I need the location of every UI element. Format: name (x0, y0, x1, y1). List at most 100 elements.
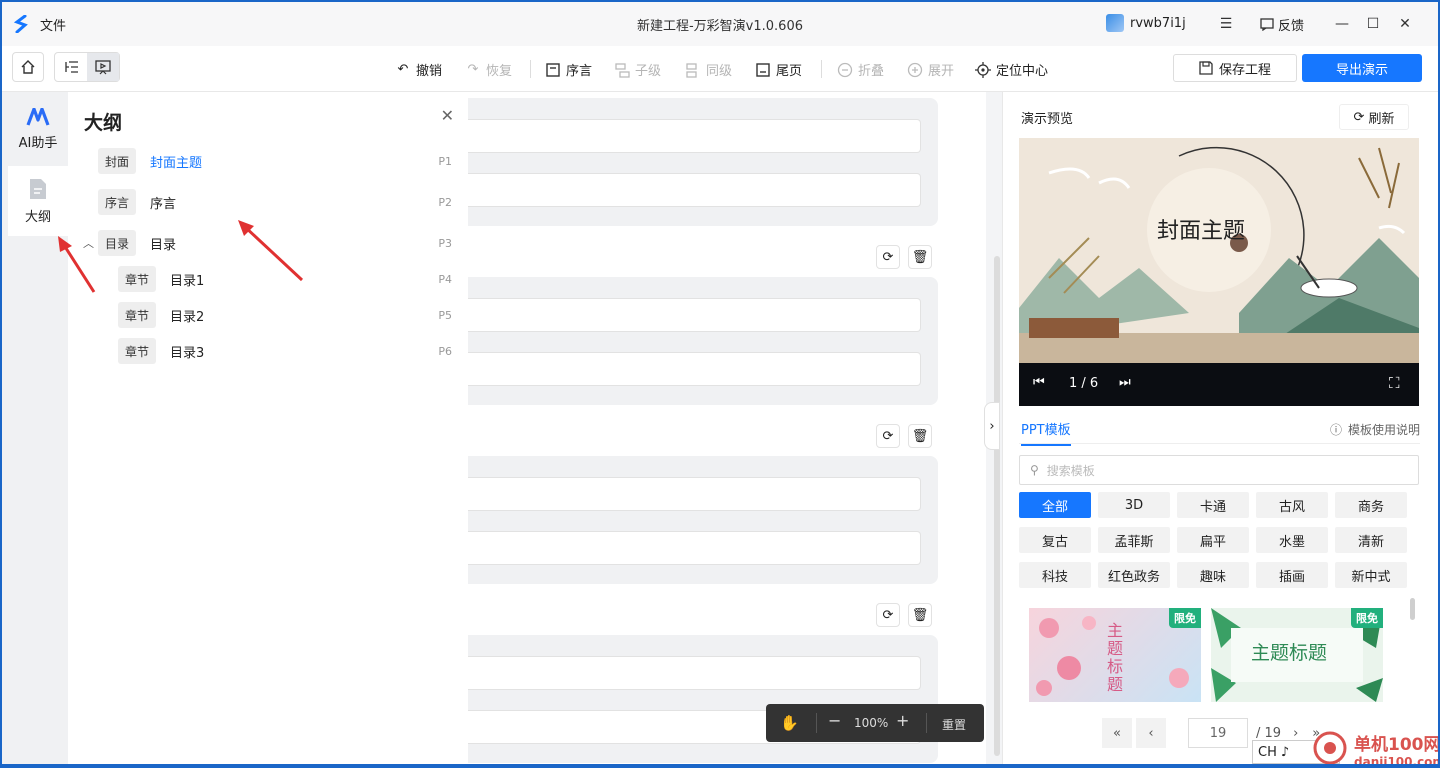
template-help-link[interactable]: ⓘ 模板使用说明 (1330, 421, 1420, 438)
category-chip[interactable]: 新中式 (1335, 562, 1407, 588)
refresh-icon[interactable]: ⟳ (876, 424, 900, 448)
template-scrollbar[interactable] (1410, 598, 1415, 620)
collapse-panel-button[interactable]: › (984, 402, 1000, 450)
category-chip[interactable]: 扁平 (1177, 527, 1249, 553)
nav-ai-assistant[interactable]: AI助手 (8, 94, 68, 164)
outline-item[interactable]: 封面 封面主题 P1 (68, 148, 468, 174)
undo-label: 撤销 (416, 64, 443, 79)
template-card[interactable]: 主题标题 限免 (1211, 608, 1383, 702)
category-chip[interactable]: 复古 (1019, 527, 1091, 553)
child-button[interactable]: 子级 (614, 60, 661, 79)
save-project-button[interactable]: 保存工程 (1173, 54, 1297, 82)
document-icon (30, 178, 46, 199)
outline-tag: 章节 (118, 266, 157, 292)
hand-icon[interactable]: ✋ (780, 714, 799, 732)
ending-button[interactable]: 尾页 (755, 60, 802, 79)
trash-icon[interactable]: 🗑 (908, 603, 932, 627)
category-chip[interactable]: 全部 (1019, 492, 1091, 518)
ime-label: CH (1258, 744, 1277, 760)
category-chip[interactable]: 科技 (1019, 562, 1091, 588)
ending-page-icon (756, 62, 770, 77)
category-chip[interactable]: 清新 (1335, 527, 1407, 553)
outline-item-name: 目录1 (170, 273, 205, 289)
close-icon[interactable]: ✕ (441, 106, 454, 125)
template-search-input[interactable]: ⚲ 搜索模板 (1019, 455, 1419, 485)
presentation-view-button[interactable] (87, 53, 119, 81)
collapse-button[interactable]: 折叠 (837, 60, 884, 79)
page-input[interactable]: 19 (1188, 718, 1248, 748)
maximize-icon[interactable]: ☐ (1363, 14, 1383, 34)
outline-tag: 序言 (98, 189, 137, 215)
redo-button[interactable]: ↷ 恢复 (465, 60, 512, 79)
editor-scrollbar[interactable] (994, 256, 1000, 756)
template-card[interactable]: 主题标题 限免 (1029, 608, 1201, 702)
outline-page: P5 (438, 308, 452, 322)
feedback-button[interactable]: 反馈 (1260, 15, 1304, 34)
text-field[interactable] (468, 173, 921, 207)
menu-icon[interactable]: ☰ (1216, 14, 1236, 34)
close-window-icon[interactable]: ✕ (1395, 14, 1415, 34)
home-icon (21, 60, 35, 74)
text-field[interactable] (468, 119, 921, 153)
zoom-out-icon[interactable]: − (828, 711, 841, 730)
outline-page: P1 (438, 154, 452, 168)
category-chip[interactable]: 趣味 (1177, 562, 1249, 588)
outline-view-button[interactable] (55, 53, 87, 81)
prev-page-icon[interactable]: ‹ (1136, 718, 1166, 748)
right-panel: 演示预览 ⟳ 刷新 封面主题 ⏮ 1 / 6 ⏭ ⛶ PPT模板 ⓘ 模板使用说… (1002, 92, 1438, 764)
locate-center-label: 定位中心 (996, 64, 1049, 79)
home-button[interactable] (12, 52, 44, 82)
category-chip[interactable]: 商务 (1335, 492, 1407, 518)
skip-next-icon[interactable]: ⏭ (1119, 375, 1131, 390)
presentation-icon (95, 59, 111, 74)
category-chip[interactable]: 3D (1098, 492, 1170, 518)
avatar (1106, 14, 1124, 32)
tab-ppt-templates[interactable]: PPT模板 (1021, 419, 1071, 446)
locate-center-button[interactable]: 定位中心 (975, 60, 1048, 79)
text-field[interactable] (468, 352, 921, 386)
outline-panel: 大纲 ✕ 封面 封面主题 P1 序言 序言 P2 ︿ 目录 目录 P3 章节 目… (68, 92, 468, 764)
zoom-in-icon[interactable]: + (896, 711, 909, 730)
outline-tree-icon (65, 61, 78, 73)
refresh-icon[interactable]: ⟳ (876, 603, 900, 627)
refresh-button[interactable]: ⟳ 刷新 (1339, 104, 1409, 130)
nav-ai-label: AI助手 (18, 135, 58, 151)
text-field[interactable] (468, 656, 921, 690)
user-account[interactable]: rvwb7i1j (1106, 14, 1186, 32)
template-tabs: PPT模板 ⓘ 模板使用说明 (1019, 416, 1420, 446)
category-chip[interactable]: 古风 (1256, 492, 1328, 518)
text-field[interactable] (468, 531, 921, 565)
outline-item-name: 目录2 (170, 309, 205, 325)
export-presentation-button[interactable]: 导出演示 (1302, 54, 1422, 82)
fullscreen-icon[interactable]: ⛶ (1389, 374, 1400, 392)
refresh-icon[interactable]: ⟳ (876, 245, 900, 269)
category-chip[interactable]: 红色政务 (1098, 562, 1170, 588)
first-page-icon[interactable]: « (1102, 718, 1132, 748)
preface-button[interactable]: 序言 (545, 60, 592, 79)
next-page-icon[interactable]: › (1293, 726, 1298, 741)
outline-page: P2 (438, 195, 452, 209)
text-field[interactable] (468, 298, 921, 332)
sibling-button[interactable]: 同级 (685, 60, 732, 79)
undo-button[interactable]: ↶ 撤销 (395, 60, 442, 79)
nav-outline[interactable]: 大纲 (8, 166, 68, 236)
minimize-icon[interactable]: — (1332, 14, 1352, 34)
watermark-line1: 单机100网 (1354, 735, 1438, 755)
trash-icon[interactable]: 🗑 (908, 424, 932, 448)
category-chip[interactable]: 插画 (1256, 562, 1328, 588)
trash-icon[interactable]: 🗑 (908, 245, 932, 269)
slide-counter: 1 / 6 (1069, 376, 1099, 391)
outline-item[interactable]: 章节 目录2 P5 (68, 302, 468, 328)
outline-item[interactable]: 序言 序言 P2 (68, 189, 468, 215)
text-field[interactable] (468, 477, 921, 511)
skip-previous-icon[interactable]: ⏮ (1033, 375, 1045, 390)
expand-label: 展开 (928, 64, 955, 79)
expand-button[interactable]: 展开 (907, 60, 954, 79)
category-chip[interactable]: 孟菲斯 (1098, 527, 1170, 553)
zoom-divider (816, 713, 817, 733)
category-chip[interactable]: 卡通 (1177, 492, 1249, 518)
outline-item[interactable]: 章节 目录3 P6 (68, 338, 468, 364)
zoom-reset-button[interactable]: 重置 (942, 716, 966, 733)
slide-card (468, 277, 938, 405)
category-chip[interactable]: 水墨 (1256, 527, 1328, 553)
